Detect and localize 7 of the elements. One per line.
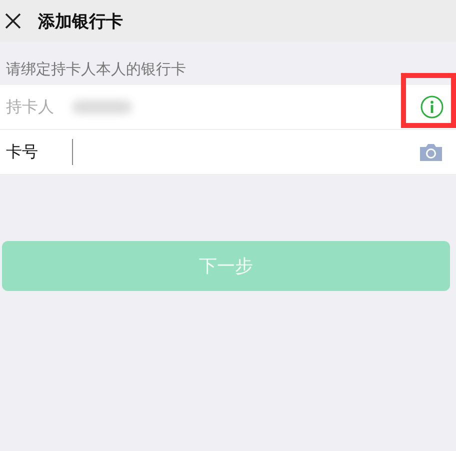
field-label: 持卡人 (6, 96, 55, 118)
notice-text: 请绑定持卡人本人的银行卡 (5, 59, 187, 80)
field-label: 卡号 (6, 142, 39, 162)
close-icon[interactable] (4, 12, 22, 30)
info-icon[interactable] (420, 95, 444, 119)
page-title: 添加银行卡 (38, 10, 123, 32)
camera-icon[interactable] (418, 142, 444, 162)
